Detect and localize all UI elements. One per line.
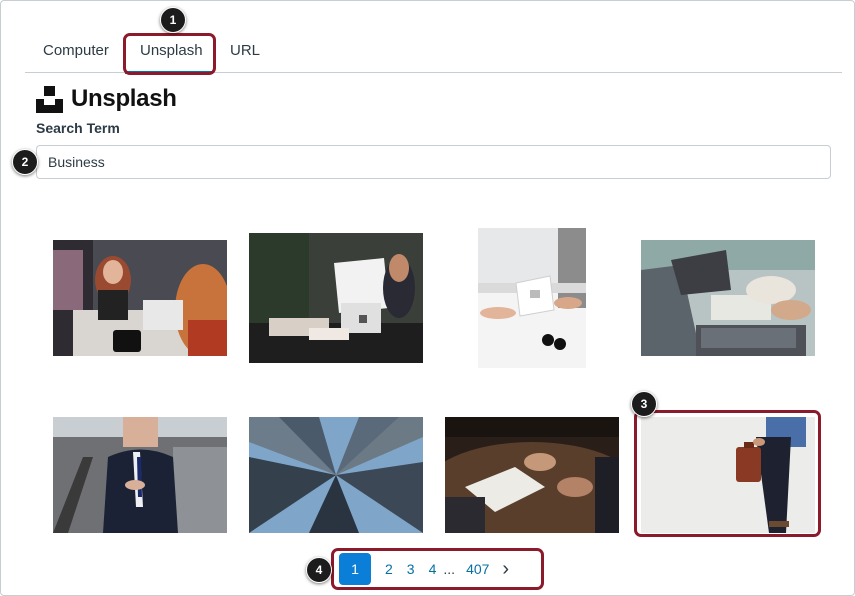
- highlight-selected-image: [634, 410, 821, 537]
- photo-card-terminal: [249, 233, 423, 363]
- callout-badge: 3: [631, 391, 657, 417]
- image-result-5[interactable]: [53, 417, 227, 533]
- photo-payment-reader: [478, 228, 586, 368]
- photo-laptop-meeting: [641, 240, 815, 356]
- photo-retail-checkout: [53, 240, 227, 356]
- photo-businessman-suit: [53, 417, 227, 533]
- search-input[interactable]: [36, 145, 831, 179]
- photo-skyscrapers: [249, 417, 423, 533]
- image-result-3[interactable]: [478, 228, 586, 368]
- tab-url[interactable]: URL: [230, 42, 260, 59]
- callout-badge: 4: [306, 557, 332, 583]
- image-result-2[interactable]: [249, 233, 423, 363]
- logo-text: Unsplash: [71, 85, 177, 112]
- highlight-unsplash-tab: [123, 33, 216, 75]
- photo-desk-discussion: [445, 417, 619, 533]
- tab-computer[interactable]: Computer: [43, 42, 109, 59]
- image-picker-panel: Computer Unsplash URL Unsplash Search Te…: [0, 0, 855, 596]
- search-term-label: Search Term: [36, 120, 120, 136]
- image-result-7[interactable]: [445, 417, 619, 533]
- unsplash-logo-icon: [36, 85, 63, 113]
- image-result-4[interactable]: [641, 240, 815, 356]
- highlight-pagination: [331, 548, 544, 590]
- image-result-6[interactable]: [249, 417, 423, 533]
- unsplash-logo: Unsplash: [36, 85, 177, 113]
- callout-badge: 1: [160, 7, 186, 33]
- image-result-1[interactable]: [53, 240, 227, 356]
- callout-badge: 2: [12, 149, 38, 175]
